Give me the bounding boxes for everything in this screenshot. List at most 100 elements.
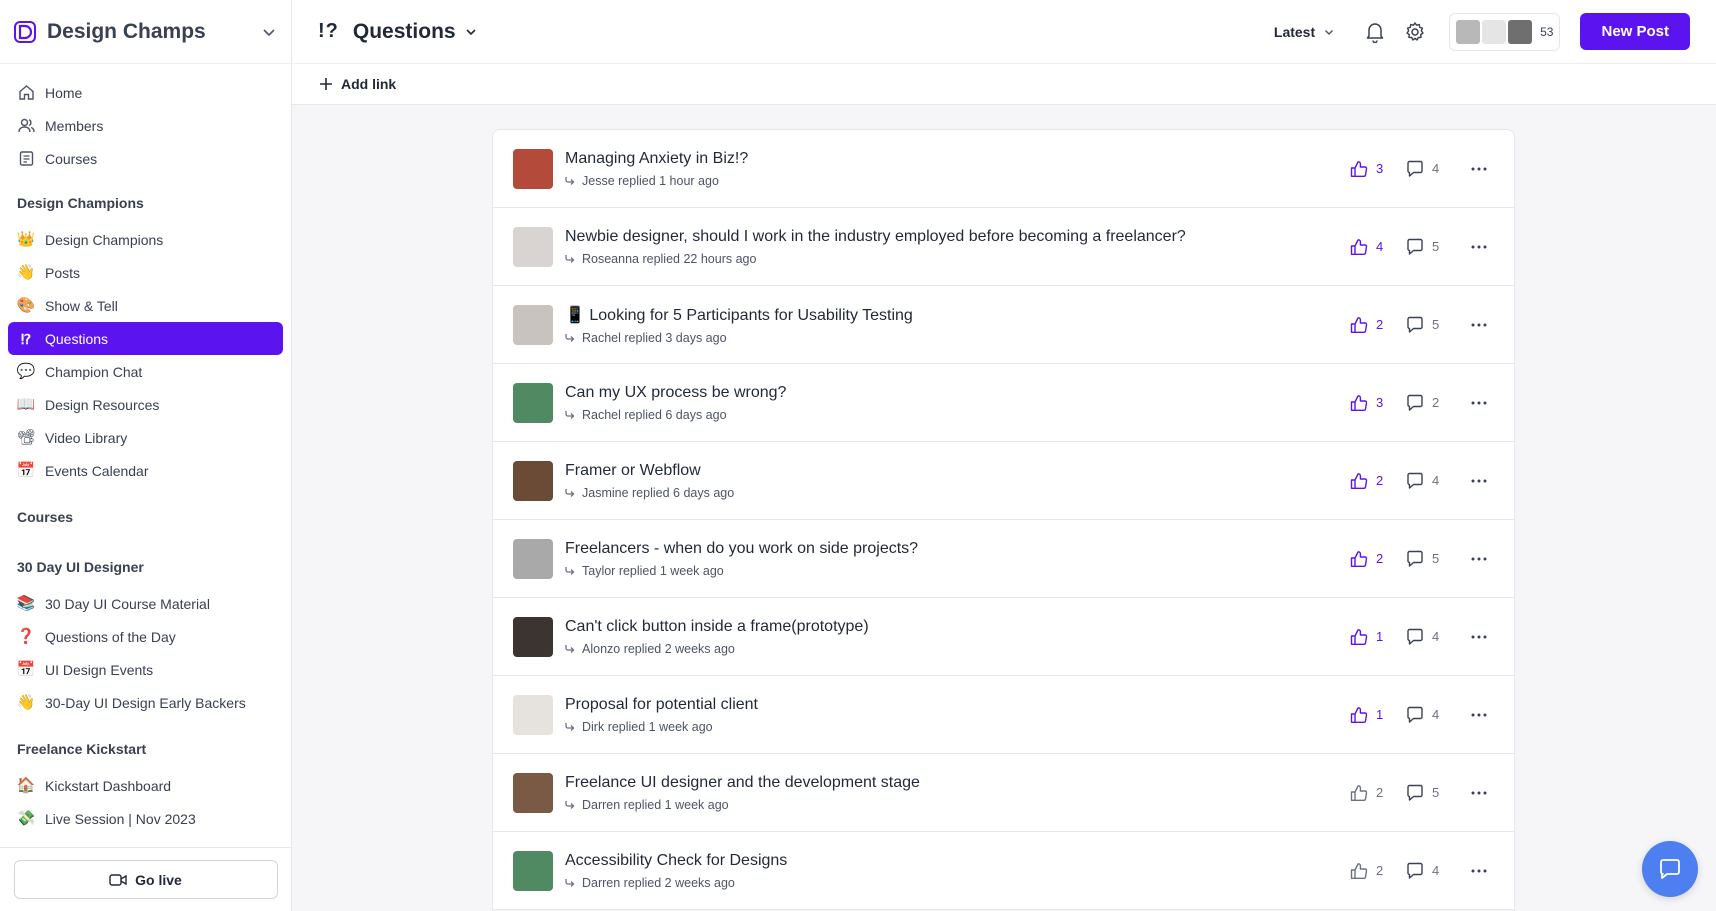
more-options-button[interactable]	[1464, 791, 1494, 795]
like-button[interactable]: 3	[1350, 394, 1400, 412]
comments-button[interactable]: 4	[1406, 862, 1456, 880]
section-title-courses[interactable]: Courses	[8, 499, 283, 535]
like-button[interactable]: 4	[1350, 238, 1400, 256]
section-title-freelance-kickstart[interactable]: Freelance Kickstart	[8, 731, 283, 767]
post-row[interactable]: Can my UX process be wrong? Rachel repli…	[493, 364, 1514, 442]
post-row[interactable]: Freelance UI designer and the developmen…	[493, 754, 1514, 832]
notifications-button[interactable]	[1363, 20, 1387, 44]
sidebar-item-show-and-tell[interactable]: 🎨 Show & Tell	[8, 289, 283, 322]
sidebar-item-courses[interactable]: Courses	[8, 142, 283, 175]
post-row[interactable]: Framer or Webflow Jasmine replied 6 days…	[493, 442, 1514, 520]
sidebar-item-posts[interactable]: 👋 Posts	[8, 256, 283, 289]
sidebar-item-questions-of-the-day[interactable]: ❓ Questions of the Day	[8, 620, 283, 653]
thumbs-up-icon	[1350, 316, 1368, 333]
author-avatar[interactable]	[513, 772, 553, 813]
sidebar-item-label: Design Champions	[45, 231, 164, 248]
post-title[interactable]: Proposal for potential client	[565, 696, 1350, 714]
post-row[interactable]: Newbie designer, should I work in the in…	[493, 208, 1514, 286]
section-title-30-day-ui-designer[interactable]: 30 Day UI Designer	[8, 549, 283, 585]
post-row[interactable]: Freelancers - when do you work on side p…	[493, 520, 1514, 598]
post-title[interactable]: Newbie designer, should I work in the in…	[565, 228, 1350, 246]
sidebar-item-live-session[interactable]: 💸 Live Session | Nov 2023	[8, 802, 283, 835]
like-button[interactable]: 2	[1350, 316, 1400, 334]
more-options-button[interactable]	[1464, 401, 1494, 405]
member-avatars[interactable]: 53	[1449, 12, 1561, 51]
post-row[interactable]: Managing Anxiety in Biz!? Jesse replied …	[493, 130, 1514, 208]
sidebar-item-champion-chat[interactable]: 💬 Champion Chat	[8, 355, 283, 388]
author-avatar[interactable]	[513, 460, 553, 501]
post-title[interactable]: Accessibility Check for Designs	[565, 852, 1350, 870]
post-title[interactable]: Managing Anxiety in Biz!?	[565, 150, 1350, 168]
post-row[interactable]: 📱 Looking for 5 Participants for Usabili…	[493, 286, 1514, 364]
members-icon	[17, 117, 35, 135]
like-button[interactable]: 1	[1350, 706, 1400, 724]
sidebar-item-questions[interactable]: ⁉ Questions	[8, 322, 283, 355]
more-options-button[interactable]	[1464, 167, 1494, 171]
author-avatar[interactable]	[513, 382, 553, 423]
sidebar-item-kickstart-dashboard[interactable]: 🏠 Kickstart Dashboard	[8, 769, 283, 802]
like-button[interactable]: 3	[1350, 160, 1400, 178]
settings-button[interactable]	[1403, 20, 1427, 44]
author-avatar[interactable]	[513, 148, 553, 189]
comment-count: 5	[1432, 239, 1440, 254]
more-options-button[interactable]	[1464, 713, 1494, 717]
more-options-button[interactable]	[1464, 635, 1494, 639]
comments-button[interactable]: 5	[1406, 550, 1456, 568]
more-options-button[interactable]	[1464, 323, 1494, 327]
post-body: Framer or Webflow Jasmine replied 6 days…	[565, 462, 1350, 500]
more-options-button[interactable]	[1464, 557, 1494, 561]
sidebar-item-ui-design-events[interactable]: 📅 UI Design Events	[8, 653, 283, 686]
sidebar-item-home[interactable]: Home	[8, 76, 283, 109]
sort-dropdown[interactable]: Latest	[1274, 24, 1335, 40]
author-avatar[interactable]	[513, 616, 553, 657]
thumbs-up-icon	[1350, 550, 1368, 567]
author-avatar[interactable]	[513, 538, 553, 579]
author-avatar[interactable]	[513, 694, 553, 735]
add-link-button[interactable]: Add link	[319, 76, 396, 92]
comments-button[interactable]: 5	[1406, 316, 1456, 334]
post-title[interactable]: Can my UX process be wrong?	[565, 384, 1350, 402]
comments-button[interactable]: 4	[1406, 628, 1456, 646]
post-title[interactable]: Freelancers - when do you work on side p…	[565, 540, 1350, 558]
post-title[interactable]: Can't click button inside a frame(protot…	[565, 618, 1350, 636]
sidebar-item-30-day-ui-course-material[interactable]: 📚 30 Day UI Course Material	[8, 587, 283, 620]
page-title[interactable]: Questions	[353, 20, 456, 44]
like-button[interactable]: 2	[1350, 550, 1400, 568]
more-options-button[interactable]	[1464, 245, 1494, 249]
post-row[interactable]: Proposal for potential client Dirk repli…	[493, 676, 1514, 754]
like-button[interactable]: 2	[1350, 472, 1400, 490]
sidebar-item-early-backers[interactable]: 👋 30-Day UI Design Early Backers	[8, 686, 283, 719]
sidebar-item-label: Questions of the Day	[45, 628, 176, 645]
comments-button[interactable]: 4	[1406, 706, 1456, 724]
community-switcher[interactable]: Design Champs	[0, 0, 291, 64]
comments-button[interactable]: 2	[1406, 394, 1456, 412]
sidebar-item-design-champions[interactable]: 👑 Design Champions	[8, 223, 283, 256]
like-button[interactable]: 2	[1350, 784, 1400, 802]
sidebar-item-members[interactable]: Members	[8, 109, 283, 142]
sidebar-item-events-calendar[interactable]: 📅 Events Calendar	[8, 454, 283, 487]
chat-widget-button[interactable]	[1642, 841, 1698, 897]
author-avatar[interactable]	[513, 850, 553, 891]
post-title[interactable]: Freelance UI designer and the developmen…	[565, 774, 1350, 792]
comments-button[interactable]: 4	[1406, 472, 1456, 490]
comments-button[interactable]: 4	[1406, 160, 1456, 178]
sidebar-item-design-resources[interactable]: 📖 Design Resources	[8, 388, 283, 421]
chevron-down-icon[interactable]	[464, 25, 478, 39]
more-options-button[interactable]	[1464, 479, 1494, 483]
author-avatar[interactable]	[513, 304, 553, 345]
post-row[interactable]: Accessibility Check for Designs Darren r…	[493, 832, 1514, 910]
post-title[interactable]: Framer or Webflow	[565, 462, 1350, 480]
like-button[interactable]: 2	[1350, 862, 1400, 880]
more-options-button[interactable]	[1464, 869, 1494, 873]
new-post-button[interactable]: New Post	[1580, 13, 1690, 50]
comments-button[interactable]: 5	[1406, 784, 1456, 802]
sidebar-item-video-library[interactable]: 📽 Video Library	[8, 421, 283, 454]
go-live-button[interactable]: Go live	[13, 860, 278, 899]
author-avatar[interactable]	[513, 226, 553, 267]
post-title[interactable]: 📱 Looking for 5 Participants for Usabili…	[565, 305, 1350, 325]
post-row[interactable]: Can't click button inside a frame(protot…	[493, 598, 1514, 676]
comments-button[interactable]: 5	[1406, 238, 1456, 256]
like-button[interactable]: 1	[1350, 628, 1400, 646]
section-title-design-champions[interactable]: Design Champions	[8, 185, 283, 221]
book-icon: 📖	[16, 396, 36, 413]
